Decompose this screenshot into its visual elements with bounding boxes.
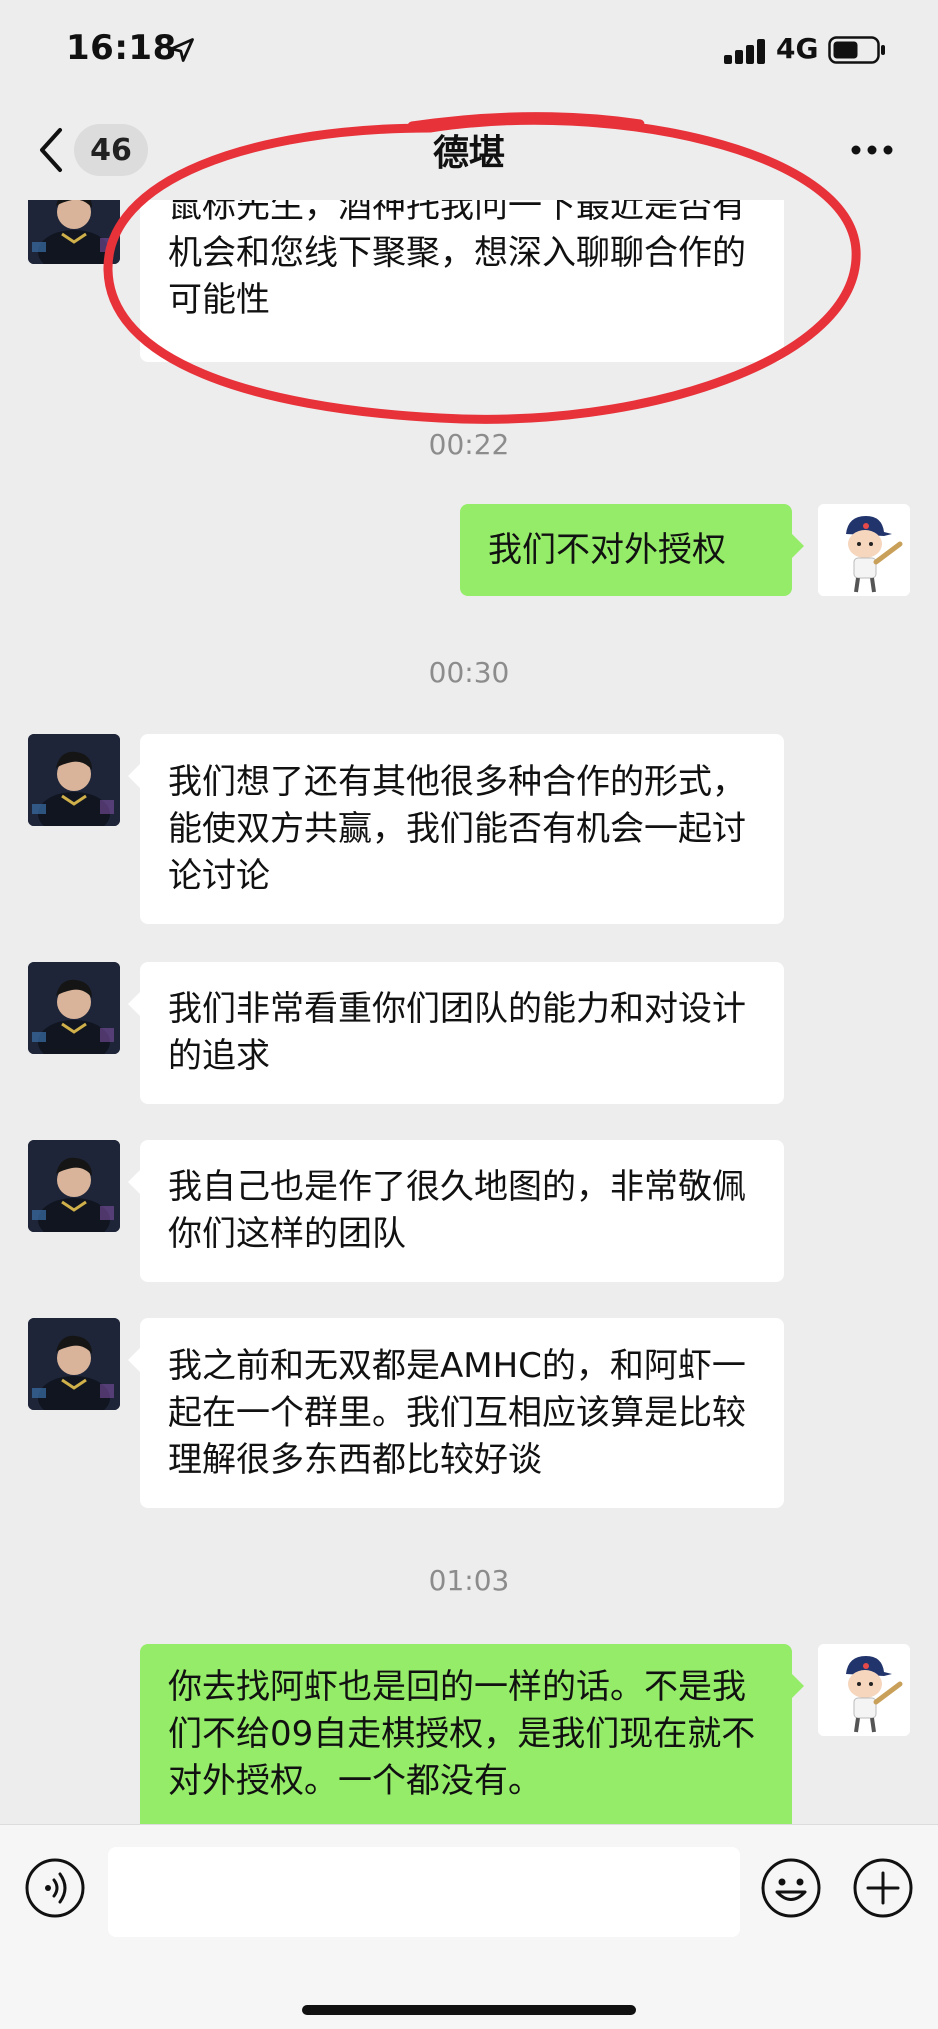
contact-avatar[interactable] (28, 962, 120, 1054)
contact-avatar[interactable] (28, 1318, 120, 1410)
message-bubble-incoming[interactable]: 我们想了还有其他很多种合作的形式，能使双方共赢，我们能否有机会一起讨论讨论 (128, 734, 784, 924)
message-bubble-incoming[interactable]: 我们非常看重你们团队的能力和对设计的追求 (128, 962, 784, 1104)
plus-icon[interactable] (852, 1857, 914, 1919)
message-bubble-incoming[interactable]: 我之前和无双都是AMHC的，和阿虾一起在一个群里。我们互相应该算是比较理解很多东… (128, 1318, 784, 1508)
message-bubble-outgoing[interactable]: 你去找阿虾也是回的一样的话。不是我们不给09自走棋授权，是我们现在就不对外授权。… (140, 1644, 804, 1824)
input-bar (0, 1824, 938, 2029)
message-text: 我们想了还有其他很多种合作的形式，能使双方共赢，我们能否有机会一起讨论讨论 (168, 761, 746, 896)
cartoon-avatar-icon (818, 504, 910, 596)
person-photo-icon (28, 962, 120, 1054)
contact-avatar[interactable] (28, 1140, 120, 1232)
message-text: 我之前和无双都是AMHC的，和阿虾一起在一个群里。我们互相应该算是比较理解很多东… (168, 1345, 746, 1480)
message-text: 我们不对外授权 (488, 529, 726, 570)
message-timestamp: 00:22 (428, 428, 510, 461)
person-photo-icon (28, 200, 120, 264)
home-indicator[interactable] (302, 2005, 636, 2015)
chat-title: 德堪 (432, 133, 505, 174)
message-input[interactable] (108, 1847, 740, 1937)
battery-icon (828, 36, 885, 64)
my-avatar[interactable] (818, 1644, 910, 1736)
person-photo-icon (28, 1318, 120, 1410)
message-list[interactable]: 鼠标先生，酒神托我问一下最近是否有机会和您线下聚聚，想深入聊聊合作的可能性 00… (0, 200, 938, 1824)
chat-header: 46 德堪 (0, 100, 938, 200)
voice-icon[interactable] (24, 1857, 86, 1919)
my-avatar[interactable] (818, 504, 910, 596)
status-bar: 16:18 4G (0, 0, 938, 100)
message-text: 我自己也是作了很久地图的，非常敬佩你们这样的团队 (168, 1167, 746, 1254)
cartoon-avatar-icon (818, 1644, 910, 1736)
person-photo-icon (28, 734, 120, 826)
message-text: 你去找阿虾也是回的一样的话。不是我们不给09自走棋授权，是我们现在就不对外授权。… (168, 1667, 756, 1801)
status-time: 16:18 (66, 28, 177, 68)
message-timestamp: 01:03 (428, 1564, 510, 1597)
location-arrow-icon (170, 38, 194, 62)
message-timestamp: 00:30 (428, 656, 510, 689)
message-text: 我们非常看重你们团队的能力和对设计的追求 (168, 989, 746, 1076)
contact-avatar[interactable] (28, 734, 120, 826)
message-text: 鼠标先生，酒神托我问一下最近是否有机会和您线下聚聚，想深入聊聊合作的可能性 (168, 200, 746, 320)
person-photo-icon (28, 1140, 120, 1232)
message-bubble-incoming[interactable]: 我自己也是作了很久地图的，非常敬佩你们这样的团队 (128, 1140, 784, 1282)
more-dots-icon[interactable] (850, 144, 894, 156)
signal-icon (724, 38, 768, 64)
message-bubble-incoming[interactable]: 鼠标先生，酒神托我问一下最近是否有机会和您线下聚聚，想深入聊聊合作的可能性 (140, 200, 784, 362)
contact-avatar[interactable] (28, 200, 120, 264)
network-label: 4G (776, 32, 819, 65)
emoji-icon[interactable] (760, 1857, 822, 1919)
message-bubble-outgoing[interactable]: 我们不对外授权 (460, 504, 804, 596)
